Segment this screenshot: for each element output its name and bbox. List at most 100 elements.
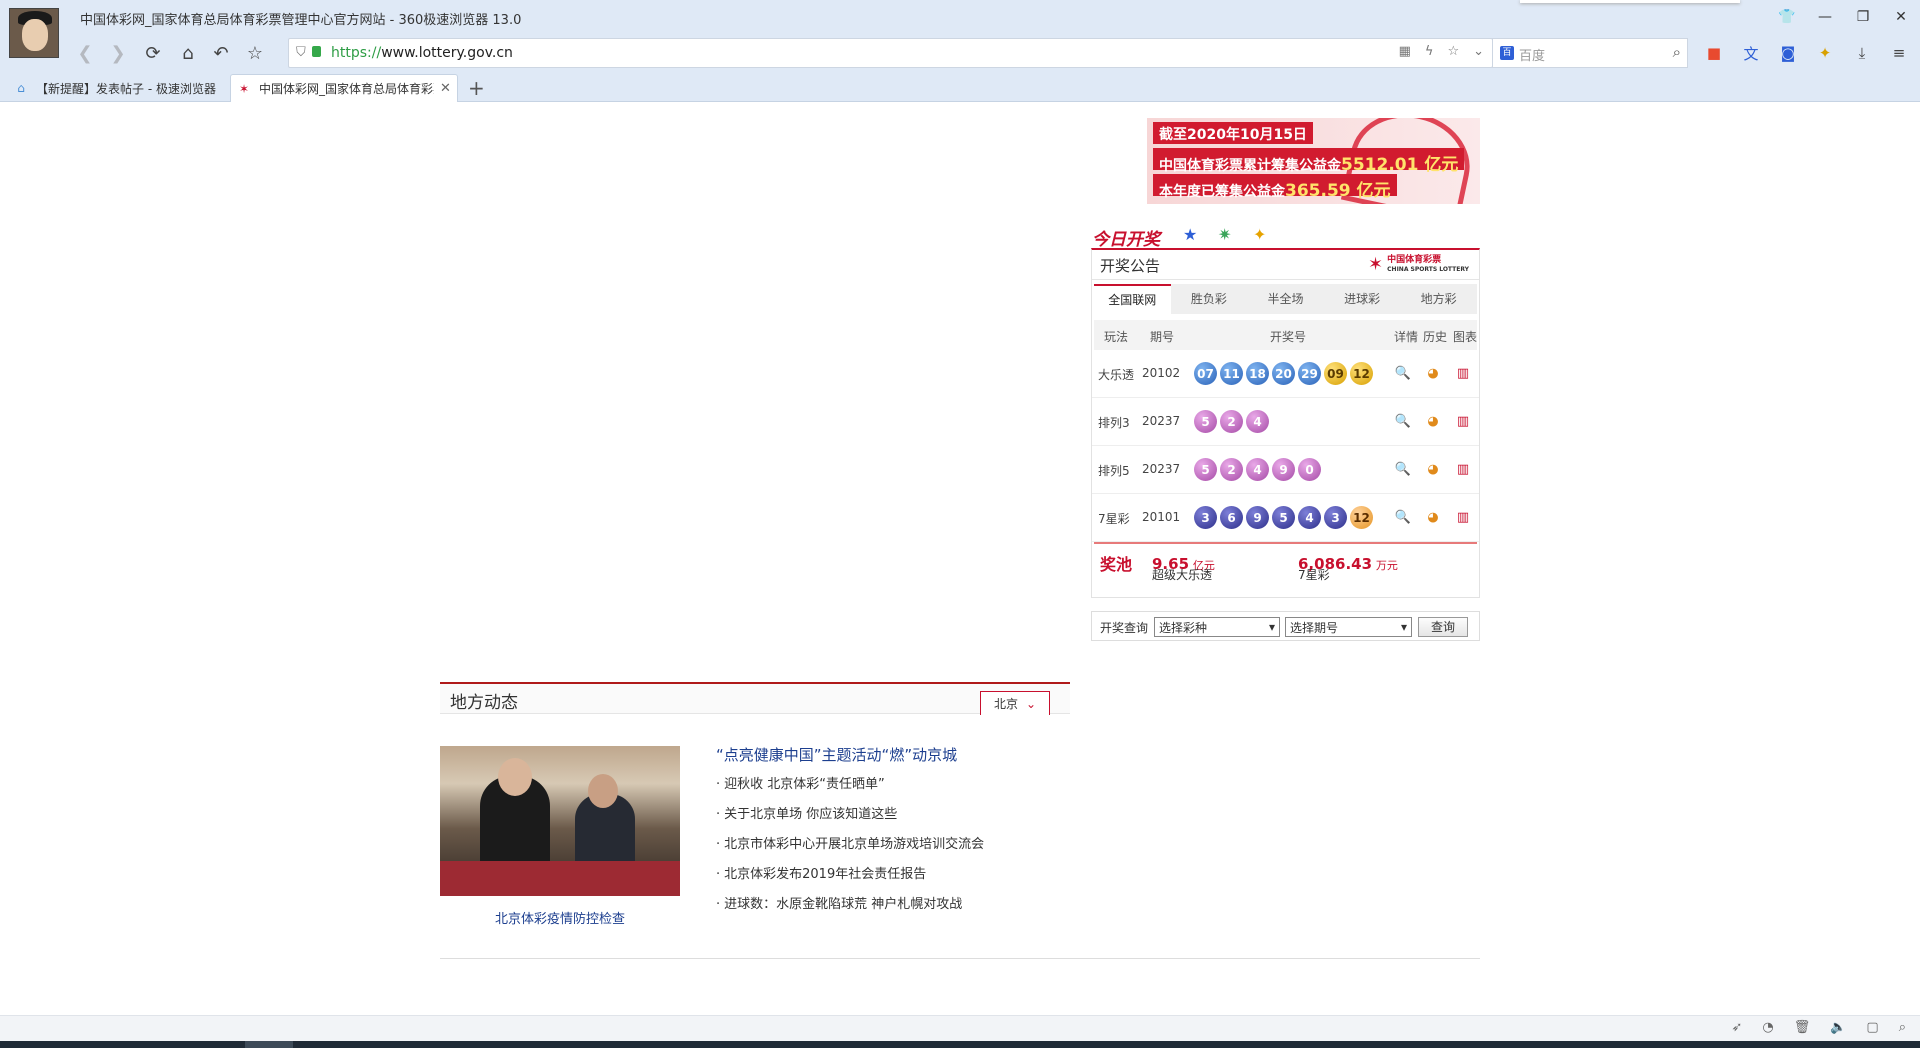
minimize-button[interactable]: — <box>1806 0 1844 34</box>
status-icons: ➶ ◔ 🗑 🔈 ▢ ⌕ <box>1731 1020 1906 1035</box>
draw-game[interactable]: 7星彩 <box>1098 510 1130 527</box>
draw-game[interactable]: 排列5 <box>1098 462 1130 479</box>
city-value: 北京 <box>993 697 1018 711</box>
banner-total: 中国体育彩票累计筹集公益金5512.01 亿元 <box>1153 148 1465 175</box>
draw-game[interactable]: 排列3 <box>1098 414 1130 431</box>
favorite-star-button[interactable]: ☆ <box>242 41 268 65</box>
restore-button[interactable]: ❐ <box>1844 0 1882 34</box>
pie-history-icon[interactable]: ◕ <box>1425 509 1441 525</box>
search-icon[interactable]: ⌕ <box>1673 43 1681 61</box>
announce-tab[interactable]: 全国联网 <box>1094 284 1171 314</box>
search-box[interactable]: 百 百度 ⌕ <box>1492 38 1688 68</box>
taskbar-item[interactable] <box>245 1041 293 1048</box>
query-button[interactable]: 查询 <box>1418 617 1468 637</box>
news-item-link[interactable]: 北京市体彩中心开展北京单场游戏培训交流会 <box>716 835 1096 865</box>
announce-tab[interactable]: 进球彩 <box>1324 284 1401 314</box>
announce-tab[interactable]: 地方彩 <box>1400 284 1477 314</box>
home-button[interactable]: ⌂ <box>175 41 201 65</box>
tab-lottery-active[interactable]: ✶ 中国体彩网_国家体育总局体育彩票管理中心官方网站 ✕ <box>230 74 458 102</box>
logo-en: CHINA SPORTS LOTTERY <box>1387 265 1469 273</box>
bar-chart-icon[interactable]: ▥ <box>1455 413 1471 429</box>
bar-chart-icon[interactable]: ▥ <box>1455 365 1471 381</box>
game-select[interactable]: 选择彩种 ▾ <box>1154 617 1280 637</box>
download-icon[interactable]: ⤓ <box>1850 41 1874 65</box>
draw-issue: 20102 <box>1142 366 1181 380</box>
city-dropdown[interactable]: 北京 ⌄ <box>980 691 1050 715</box>
zoom-icon[interactable]: ⌕ <box>1899 1020 1906 1035</box>
shield-icon[interactable]: ⛉ <box>296 45 306 60</box>
reload-button[interactable]: ⟳ <box>140 41 166 65</box>
qixingcai-game-icon[interactable]: ✦ <box>1253 225 1279 249</box>
draw-actions: 🔍 ◕ ▥ <box>1395 509 1471 525</box>
news-item-link[interactable]: 迎秋收 北京体彩“责任晒单” <box>716 775 1096 805</box>
number-ball: 6 <box>1220 506 1243 529</box>
pailie5-game-icon[interactable]: ✷ <box>1218 225 1244 249</box>
announce-tab[interactable]: 半全场 <box>1247 284 1324 314</box>
pie-history-icon[interactable]: ◕ <box>1425 461 1441 477</box>
photo-caption[interactable]: 北京体彩疫情防控检查 <box>440 908 680 927</box>
bar-chart-icon[interactable]: ▥ <box>1455 461 1471 477</box>
trash-icon[interactable]: 🗑 <box>1794 1020 1811 1035</box>
news-item-link[interactable]: 关于北京单场 你应该知道这些 <box>716 805 1096 835</box>
extension-bar: ■ 文 ◙ ✦ ⤓ ≡ <box>1702 41 1911 65</box>
jackpot-dlt[interactable]: 超级大乐透 9.65 亿元 <box>1152 555 1215 582</box>
magnifier-detail-icon[interactable]: 🔍 <box>1395 509 1411 525</box>
welfare-fund-banner[interactable]: 截至2020年10月15日 中国体育彩票累计筹集公益金5512.01 亿元 本年… <box>1147 118 1480 204</box>
chevron-down-icon[interactable]: ⌄ <box>1473 44 1484 59</box>
logo-cn: 中国体育彩票 <box>1387 254 1442 265</box>
news-item-link[interactable]: 北京体彩发布2019年社会责任报告 <box>716 865 1096 895</box>
apps-grid-icon[interactable]: ■ <box>1702 41 1726 65</box>
translate-icon[interactable]: 文 <box>1739 41 1763 65</box>
daletou-game-icon[interactable]: ★ <box>1183 225 1209 249</box>
bookmark-star-icon[interactable]: ☆ <box>1447 44 1459 59</box>
secure-lock-icon <box>312 46 321 57</box>
number-ball: 5 <box>1194 458 1217 481</box>
draw-actions: 🔍 ◕ ▥ <box>1395 461 1471 477</box>
number-ball: 4 <box>1246 458 1269 481</box>
draw-row: 排列3 20237 5 2 4 🔍 ◕ ▥ <box>1092 398 1479 446</box>
menu-icon[interactable]: ≡ <box>1887 41 1911 65</box>
magnifier-detail-icon[interactable]: 🔍 <box>1395 461 1411 477</box>
pie-history-icon[interactable]: ◕ <box>1425 413 1441 429</box>
baidu-icon[interactable]: 百 <box>1500 46 1514 60</box>
user-avatar[interactable] <box>9 8 59 58</box>
issue-select[interactable]: 选择期号 ▾ <box>1285 617 1412 637</box>
bar-chart-icon[interactable]: ▥ <box>1455 509 1471 525</box>
undo-close-button[interactable]: ↶ <box>208 41 234 65</box>
rocket-icon[interactable]: ➶ <box>1731 1020 1742 1035</box>
volume-icon[interactable]: 🔈 <box>1830 1020 1846 1035</box>
news-photo[interactable] <box>440 746 680 896</box>
jackpot-qxc[interactable]: 7星彩 6,086.43 万元 <box>1298 555 1398 582</box>
shirt-skin-icon[interactable]: 👕 <box>1768 0 1806 34</box>
pie-history-icon[interactable]: ◕ <box>1425 365 1441 381</box>
tab-forum[interactable]: ⌂ 【新提醒】发表帖子 - 极速浏览器 <box>8 74 226 102</box>
speed-icon[interactable]: ◔ <box>1762 1020 1773 1035</box>
magnifier-detail-icon[interactable]: 🔍 <box>1395 365 1411 381</box>
lightning-icon[interactable]: ϟ <box>1425 44 1434 59</box>
magnifier-detail-icon[interactable]: 🔍 <box>1395 413 1411 429</box>
banner-date: 截至2020年10月15日 <box>1153 122 1313 144</box>
close-window-button[interactable]: ✕ <box>1882 0 1920 34</box>
screenshot-icon[interactable]: ◙ <box>1776 41 1800 65</box>
close-tab-icon[interactable]: ✕ <box>440 81 451 96</box>
qr-code-icon[interactable]: ▦ <box>1399 44 1411 59</box>
url-text[interactable]: https://www.lottery.gov.cn <box>331 45 513 61</box>
forward-button[interactable]: ❯ <box>105 41 131 65</box>
address-bar[interactable]: ⛉ https://www.lottery.gov.cn ▦ ϟ ☆ ⌄ <box>288 38 1493 68</box>
new-tab-button[interactable]: + <box>468 76 485 100</box>
number-ball: 9 <box>1272 458 1295 481</box>
draw-game[interactable]: 大乐透 <box>1098 366 1134 383</box>
back-button[interactable]: ❮ <box>72 41 98 65</box>
tab-label: 【新提醒】发表帖子 - 极速浏览器 <box>36 81 216 96</box>
news-headline[interactable]: “点亮健康中国”主题活动“燃”动京城 <box>716 744 1096 765</box>
banner-year-value: 365.59 亿元 <box>1285 181 1391 201</box>
title-bar-indicator <box>1520 0 1740 3</box>
window-icon[interactable]: ▢ <box>1866 1020 1878 1035</box>
banner-year-label: 本年度已筹集公益金 <box>1159 184 1285 200</box>
photo-head-2 <box>588 774 618 808</box>
banner-total-value: 5512.01 亿元 <box>1341 155 1459 175</box>
local-news-title: 地方动态 <box>450 693 518 713</box>
game-icon[interactable]: ✦ <box>1813 41 1837 65</box>
news-item-link[interactable]: 进球数：水原金靴陷球荒 神户札幌对攻战 <box>716 895 1096 925</box>
announce-tab[interactable]: 胜负彩 <box>1171 284 1248 314</box>
